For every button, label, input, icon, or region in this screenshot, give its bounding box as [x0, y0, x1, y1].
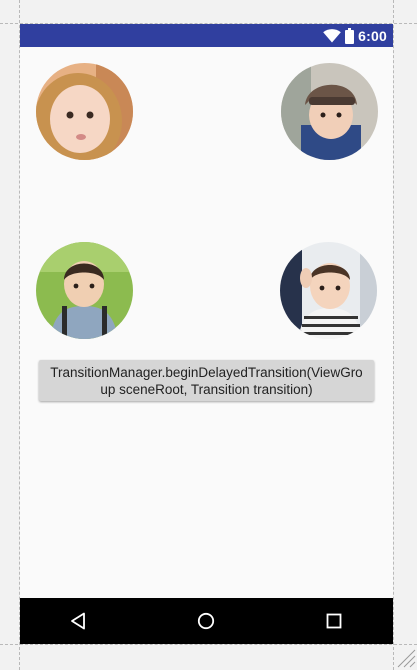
- begin-delayed-transition-button[interactable]: TransitionManager.beginDelayedTransition…: [39, 360, 374, 401]
- navigation-bar: [20, 598, 393, 644]
- layout-guide-bottom: [0, 644, 417, 645]
- status-bar: 6:00: [20, 24, 393, 47]
- child-cap-image: [281, 63, 378, 160]
- status-icons: 6:00: [323, 27, 387, 44]
- child-striped-shirt-image: [280, 242, 377, 339]
- resize-handle-icon[interactable]: [396, 648, 416, 668]
- back-icon: [71, 612, 85, 630]
- recents-icon: [326, 613, 342, 629]
- avatar-image-middle-left[interactable]: [36, 242, 133, 339]
- battery-icon: [345, 27, 355, 44]
- avatar-image-middle-right[interactable]: [280, 242, 377, 339]
- recents-button[interactable]: [316, 598, 352, 644]
- avatar-image-top-left[interactable]: [36, 63, 133, 160]
- clock: 6:00: [358, 27, 387, 44]
- back-button[interactable]: [60, 598, 96, 644]
- device-screen: 6:00 TransitionManager.beginDelayedTrans…: [20, 24, 393, 644]
- child-face-hood-image: [36, 63, 133, 160]
- avatar-image-top-right[interactable]: [281, 63, 378, 160]
- home-icon: [197, 612, 215, 630]
- home-button[interactable]: [188, 598, 224, 644]
- wifi-icon: [323, 28, 341, 42]
- child-backpack-image: [36, 242, 133, 339]
- layout-guide-right: [393, 0, 394, 670]
